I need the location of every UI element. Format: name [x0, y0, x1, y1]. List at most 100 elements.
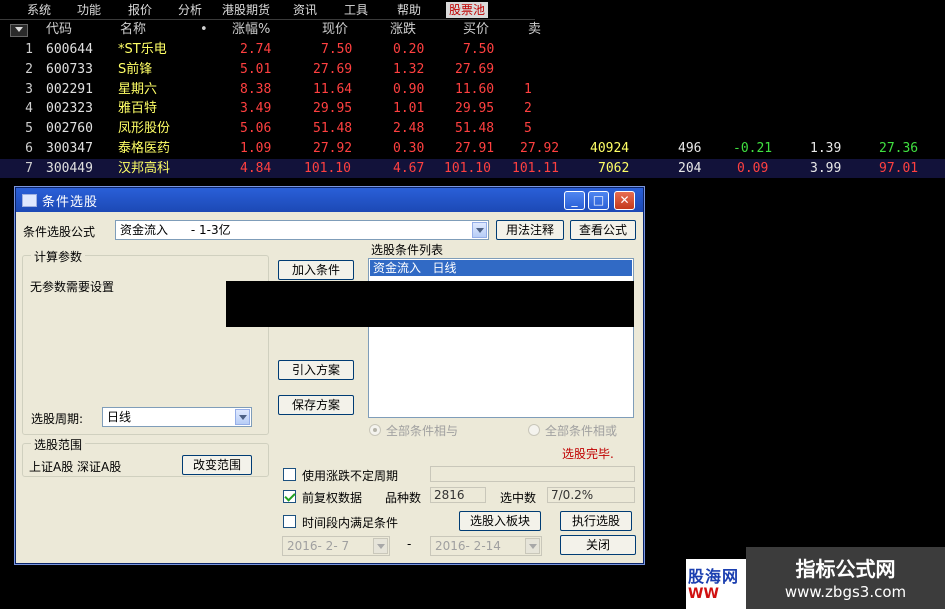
delta: 2.48 [393, 121, 425, 136]
bid: 29.95 [455, 101, 495, 116]
volume: 40924 [590, 141, 630, 156]
chevron-down-icon[interactable] [373, 538, 388, 554]
quote-table-header: 代码 名称 • 涨幅% 现价 涨跌 买价 卖 [0, 20, 541, 39]
adjust-data-checkbox[interactable] [283, 490, 296, 503]
menu-tools[interactable]: 工具 [344, 2, 368, 18]
date-separator: - [407, 537, 412, 551]
row-number: 1 [25, 42, 33, 57]
radio-and[interactable] [369, 424, 381, 436]
status-text: 选股完毕. [562, 447, 614, 461]
period-select-value: 日线 [107, 410, 132, 424]
table-row[interactable]: 5 002760 凤形股份 5.06 51.48 2.48 51.48 5 [0, 119, 945, 138]
volume: 7062 [598, 161, 630, 176]
speed: -0.21 [733, 141, 773, 156]
range-title: 选股范围 [31, 436, 86, 453]
date-to-picker[interactable]: 2016- 2-14 [430, 536, 542, 556]
delta: 0.90 [393, 82, 425, 97]
ask: 1 [524, 82, 532, 97]
radio-or-label: 全部条件相或 [545, 424, 618, 438]
period-condition-label: 时间段内满足条件 [302, 516, 399, 530]
table-row[interactable]: 7 300449 汉邦高科 4.84 101.10 4.67 101.10 10… [0, 159, 945, 178]
change-pct: 8.38 [240, 82, 272, 97]
header-change-pct[interactable]: 涨幅% [232, 20, 270, 39]
to-block-button[interactable]: 选股入板块 [459, 511, 541, 531]
price: 29.95 [313, 101, 353, 116]
count-value: 2816 [430, 487, 486, 503]
bid: 7.50 [463, 42, 495, 57]
row-number: 6 [25, 141, 33, 156]
menu-stock-pool[interactable]: 股票池 [446, 2, 489, 18]
stock-code: 002291 [46, 82, 93, 97]
stock-name: 雅百特 [118, 101, 158, 116]
price: 27.92 [313, 141, 353, 156]
stock-name: S前锋 [118, 62, 153, 77]
price: 101.10 [304, 161, 351, 176]
table-row[interactable]: 1 600644 *ST乐电 2.74 7.50 0.20 7.50 [0, 40, 945, 59]
execute-selection-button[interactable]: 执行选股 [560, 511, 632, 531]
condition-list-item[interactable]: 资金流入 日线 [370, 260, 632, 276]
radio-and-label: 全部条件相与 [386, 424, 459, 438]
ask: 2 [524, 101, 532, 116]
menu-analysis[interactable]: 分析 [178, 2, 202, 18]
menu-news[interactable]: 资讯 [293, 2, 317, 18]
condition-list-label: 选股条件列表 [371, 243, 444, 257]
chevron-down-icon[interactable] [472, 222, 487, 238]
radio-or[interactable] [528, 424, 540, 436]
table-row[interactable]: 4 002323 雅百特 3.49 29.95 1.01 29.95 2 [0, 99, 945, 118]
menu-system[interactable]: 系统 [27, 2, 51, 18]
irregular-period-checkbox[interactable] [283, 468, 296, 481]
watermark-title: 指标公式网 [795, 557, 896, 581]
maximize-icon[interactable]: □ [588, 191, 609, 210]
stock-name: 凤形股份 [118, 121, 171, 136]
period-condition-checkbox[interactable] [283, 515, 296, 528]
watermark-left-text: 股海网 [688, 567, 740, 586]
stock-code: 300347 [46, 141, 93, 156]
stock-name: 泰格医药 [118, 141, 171, 156]
minimize-icon[interactable]: _ [564, 191, 585, 210]
close-icon[interactable]: ✕ [614, 191, 635, 210]
header-price[interactable]: 现价 [322, 20, 348, 39]
date-from-picker[interactable]: 2016- 2- 7 [282, 536, 390, 556]
turnover: 1.39 [810, 141, 842, 156]
menu-help[interactable]: 帮助 [397, 2, 421, 18]
change-pct: 1.09 [240, 141, 272, 156]
speed: 0.09 [737, 161, 769, 176]
period-select[interactable]: 日线 [102, 407, 252, 427]
menu-quote[interactable]: 报价 [128, 2, 152, 18]
watermark-left-url: WW [688, 586, 719, 602]
change-range-button[interactable]: 改变范围 [182, 455, 252, 475]
column-dropdown-icon[interactable] [10, 24, 28, 37]
selected-value: 7/0.2% [547, 487, 635, 503]
delta: 1.32 [393, 62, 425, 77]
dialog-titlebar[interactable]: 条件选股 _ □ ✕ [16, 188, 643, 212]
change-pct: 4.84 [240, 161, 272, 176]
header-ask[interactable]: 卖 [528, 20, 541, 39]
table-row[interactable]: 3 002291 星期六 8.38 11.64 0.90 11.60 1 [0, 80, 945, 99]
header-delta[interactable]: 涨跌 [390, 20, 416, 39]
usage-notes-button[interactable]: 用法注释 [496, 220, 564, 240]
header-code[interactable]: 代码 [46, 20, 72, 39]
bid: 11.60 [455, 82, 495, 97]
close-button[interactable]: 关闭 [560, 535, 636, 555]
table-row[interactable]: 2 600733 S前锋 5.01 27.69 1.32 27.69 [0, 60, 945, 79]
stock-code: 002323 [46, 101, 93, 116]
menu-function[interactable]: 功能 [77, 2, 101, 18]
formula-select[interactable]: 资金流入 - 1-3亿 [115, 220, 489, 240]
header-name[interactable]: 名称 [120, 20, 146, 39]
menu-hk-futures[interactable]: 港股期货 [222, 2, 270, 18]
period-label: 选股周期: [31, 412, 84, 426]
chevron-down-icon[interactable] [235, 409, 250, 425]
add-condition-button[interactable]: 加入条件 [278, 260, 354, 280]
stock-name: 汉邦高科 [118, 161, 171, 176]
chevron-down-icon[interactable] [525, 538, 540, 554]
date-to-value: 2016- 2-14 [435, 539, 501, 553]
save-scheme-button[interactable]: 保存方案 [278, 395, 354, 415]
price: 11.64 [313, 82, 353, 97]
view-formula-button[interactable]: 查看公式 [570, 220, 636, 240]
ask: 27.92 [520, 141, 560, 156]
header-bid[interactable]: 买价 [463, 20, 489, 39]
stock-name: 星期六 [118, 82, 158, 97]
table-row[interactable]: 6 300347 泰格医药 1.09 27.92 0.30 27.91 27.9… [0, 139, 945, 158]
import-scheme-button[interactable]: 引入方案 [278, 360, 354, 380]
window-icon [22, 194, 37, 207]
